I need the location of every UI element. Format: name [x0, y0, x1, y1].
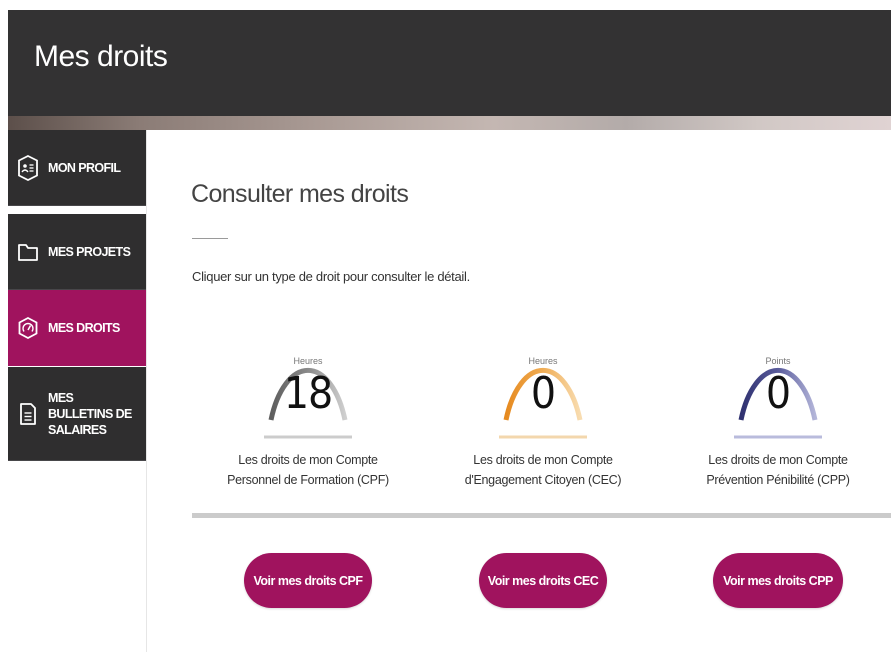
gauge-cpf[interactable]: Heures 18	[258, 318, 358, 444]
gauge-caption-cpf: Les droits de mon Compte Personnel de Fo…	[208, 450, 408, 490]
folder-icon	[8, 242, 48, 262]
view-cpp-button[interactable]: Voir mes droits CPP	[713, 553, 843, 608]
page-title: Consulter mes droits	[191, 180, 409, 208]
app-header: Mes droits	[8, 10, 891, 116]
header-gradient-band	[8, 116, 891, 130]
gauge-caption-line: Les droits de mon Compte	[238, 453, 378, 467]
sidebar-item-mes-bulletins[interactable]: MES BULLETINS DE SALAIRES	[8, 367, 146, 461]
sidebar-item-mes-droits[interactable]: MES DROITS	[8, 290, 146, 366]
sidebar-item-mes-projets[interactable]: MES PROJETS	[8, 214, 146, 290]
gauge-caption-cec: Les droits de mon Compte d'Engagement Ci…	[443, 450, 643, 490]
gauge-caption-line: Prévention Pénibilité (CPP)	[706, 473, 850, 487]
view-cec-button[interactable]: Voir mes droits CEC	[479, 553, 607, 608]
gauge-value: 0	[765, 368, 791, 419]
gauge-cpp[interactable]: Points 0	[728, 318, 828, 444]
document-icon	[8, 402, 48, 426]
gauge-unit-label: Heures	[528, 356, 558, 366]
sidebar-item-mon-profil[interactable]: MON PROFIL	[8, 130, 146, 206]
section-separator	[192, 513, 891, 518]
gauge-caption-line: Les droits de mon Compte	[708, 453, 848, 467]
gauge-icon	[8, 316, 48, 340]
main-content: Consulter mes droits Cliquer sur un type…	[147, 130, 891, 652]
gauge-caption-line: Les droits de mon Compte	[473, 453, 613, 467]
title-underline	[192, 238, 228, 239]
gauge-caption-line: d'Engagement Citoyen (CEC)	[464, 473, 622, 487]
gauge-unit-label: Points	[765, 356, 791, 366]
view-cpf-button[interactable]: Voir mes droits CPF	[244, 553, 372, 608]
gauge-value: 18	[283, 368, 333, 419]
sidebar-item-label: MON PROFIL	[48, 160, 121, 175]
app-title: Mes droits	[34, 40, 168, 73]
instruction-text: Cliquer sur un type de droit pour consul…	[192, 269, 470, 284]
sidebar-item-label: MES PROJETS	[48, 244, 131, 259]
sidebar: MON PROFIL MES PROJETS MES DROITS MES BU…	[8, 130, 146, 652]
gauge-caption-line: Personnel de Formation (CPF)	[227, 473, 389, 487]
sidebar-item-label: MES BULLETINS DE SALAIRES	[48, 390, 132, 437]
gauge-unit-label: Heures	[293, 356, 323, 366]
gauge-value: 0	[530, 368, 556, 419]
sidebar-item-label: MES DROITS	[48, 320, 120, 335]
gauge-cec[interactable]: Heures 0	[493, 318, 593, 444]
profile-card-icon	[8, 154, 48, 181]
gauge-caption-cpp: Les droits de mon Compte Prévention Péni…	[678, 450, 878, 490]
